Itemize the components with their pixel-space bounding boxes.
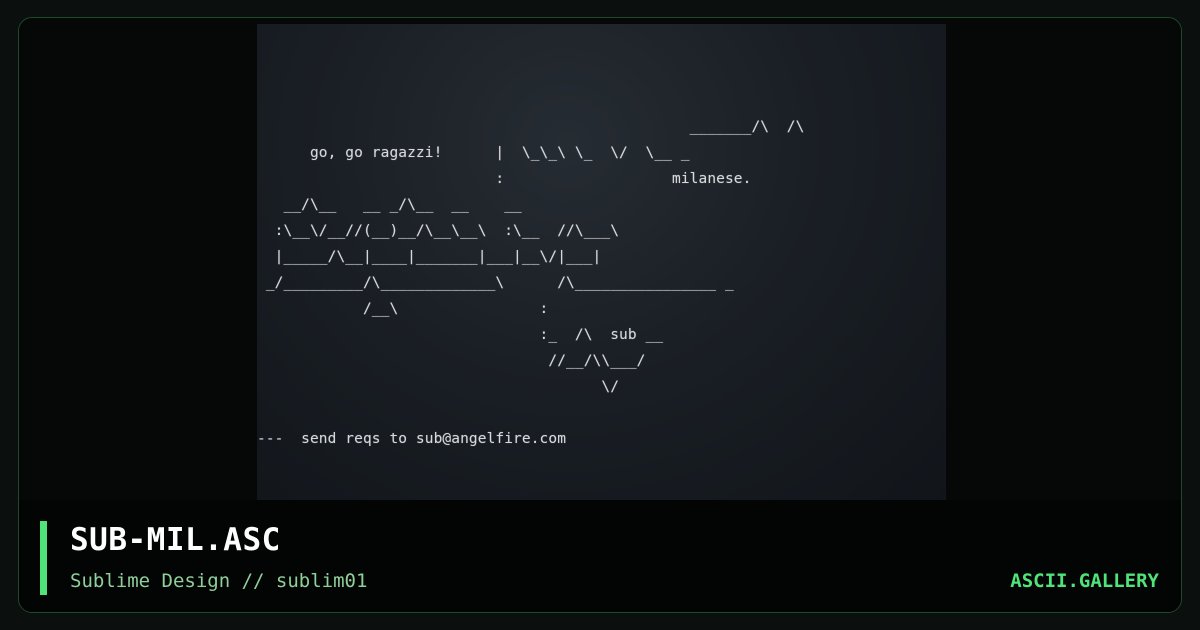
gallery-card: _______/\ /\ go, go ragazzi! | \_\_\ \_ … <box>18 17 1182 613</box>
artwork-credit: Sublime Design // sublim01 <box>70 570 368 592</box>
artwork-title: SUB-MIL.ASC <box>70 522 281 558</box>
site-brand-link[interactable]: ASCII.GALLERY <box>1010 570 1159 592</box>
accent-bar <box>40 521 47 595</box>
artwork-stage: _______/\ /\ go, go ragazzi! | \_\_\ \_ … <box>19 18 1181 500</box>
footer-bar: SUB-MIL.ASC Sublime Design // sublim01 A… <box>19 500 1181 612</box>
ascii-artwork: _______/\ /\ go, go ragazzi! | \_\_\ \_ … <box>257 119 805 447</box>
ascii-artwork-frame: _______/\ /\ go, go ragazzi! | \_\_\ \_ … <box>257 24 946 500</box>
